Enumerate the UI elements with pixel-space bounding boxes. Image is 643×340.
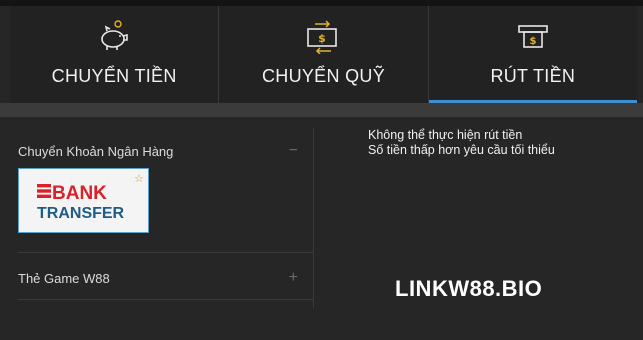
- method-label: Thẻ Game W88: [18, 270, 110, 286]
- svg-text:$: $: [529, 36, 536, 47]
- method-header-bank-transfer[interactable]: Chuyển Khoản Ngân Hàng −: [18, 128, 313, 160]
- tab-rut-tien[interactable]: $ RÚT TIỀN: [428, 6, 638, 103]
- bank-line2: TRANSFER: [37, 205, 125, 222]
- method-bank-transfer: Chuyển Khoản Ngân Hàng − BANK TRANSFER ☆: [18, 128, 313, 253]
- column-divider: [313, 128, 314, 308]
- withdraw-methods-panel: Chuyển Khoản Ngân Hàng − BANK TRANSFER ☆…: [18, 128, 313, 300]
- withdraw-notice: Không thể thực hiện rút tiền Số tiền thấ…: [368, 128, 555, 158]
- piggy-bank-icon: [96, 18, 132, 54]
- tab-label: CHUYỂN QUỸ: [261, 66, 385, 86]
- method-header-game-card[interactable]: Thẻ Game W88 +: [18, 253, 313, 287]
- bank-transfer-option[interactable]: BANK TRANSFER ☆: [18, 168, 149, 233]
- bank-line1: BANK: [52, 183, 107, 204]
- expand-icon[interactable]: +: [289, 269, 298, 287]
- fund-transfer-icon: $: [305, 18, 341, 54]
- method-game-card: Thẻ Game W88 +: [18, 253, 313, 300]
- watermark: LINKW88.BIO: [395, 276, 543, 301]
- tab-bar: CHUYỂN TIỀN $ CHUYỂN QUỸ $ RÚT TIỀN: [10, 6, 638, 103]
- divider-band: [0, 103, 643, 117]
- bank-transfer-logo: BANK TRANSFER: [37, 183, 125, 222]
- svg-text:$: $: [319, 32, 327, 45]
- collapse-icon[interactable]: −: [289, 142, 298, 160]
- tab-label: CHUYỂN TIỀN: [51, 66, 177, 86]
- notice-line: Không thể thực hiện rút tiền: [368, 128, 523, 142]
- method-label: Chuyển Khoản Ngân Hàng: [18, 143, 174, 159]
- cash-withdraw-icon: $: [515, 18, 551, 54]
- tab-chuyen-tien[interactable]: CHUYỂN TIỀN: [10, 6, 220, 103]
- tab-chuyen-quy[interactable]: $ CHUYỂN QUỸ: [219, 6, 429, 103]
- notice-line: Số tiền thấp hơn yêu cầu tối thiểu: [368, 143, 555, 157]
- star-icon: ☆: [134, 173, 144, 185]
- tab-label: RÚT TIỀN: [490, 66, 576, 86]
